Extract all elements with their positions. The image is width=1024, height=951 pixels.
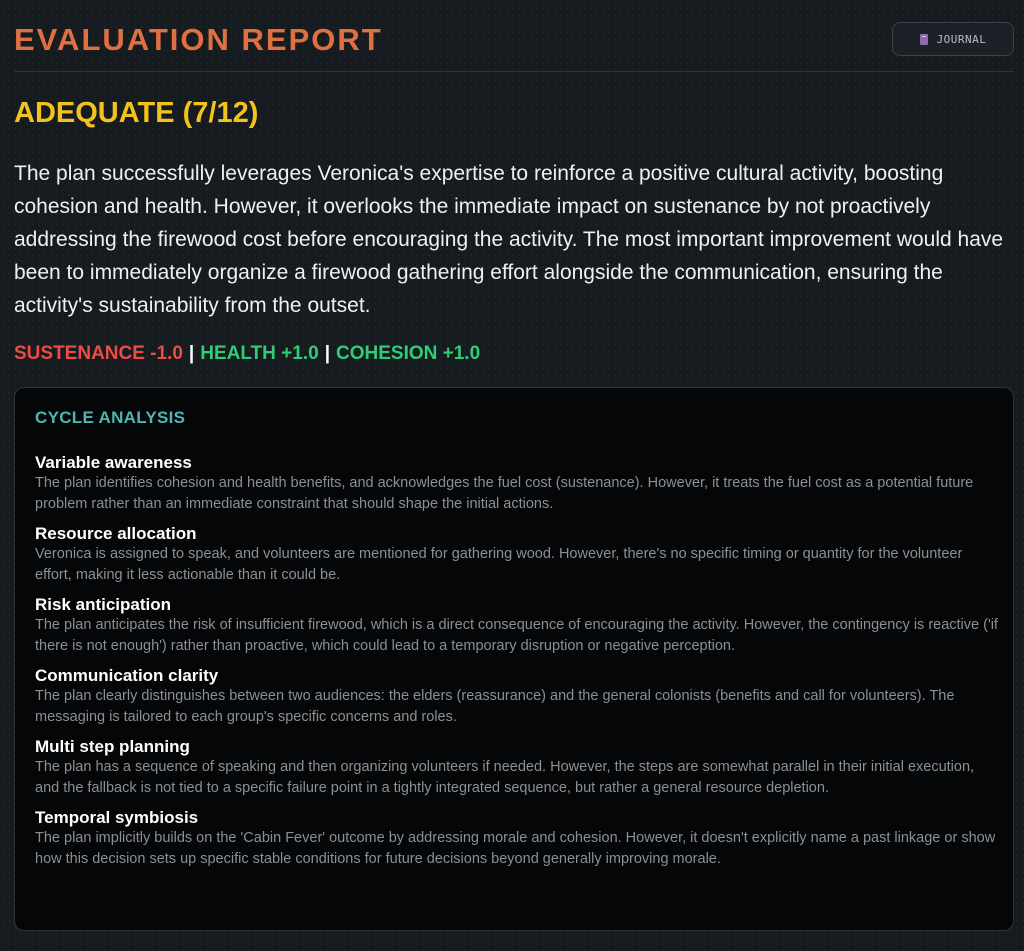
report-header: EVALUATION REPORT JOURNAL xyxy=(14,0,1014,72)
evaluation-summary: The plan successfully leverages Veronica… xyxy=(14,162,1004,317)
analysis-item-title: Variable awareness xyxy=(35,453,192,472)
analysis-item-text: The plan implicitly builds on the 'Cabin… xyxy=(35,830,996,867)
rating-heading: ADEQUATE (7/12) xyxy=(14,97,259,129)
analysis-item-title: Resource allocation xyxy=(35,524,197,543)
book-icon xyxy=(919,33,928,45)
analysis-item-text: The plan identifies cohesion and health … xyxy=(35,475,974,512)
analysis-item-title: Risk anticipation xyxy=(35,595,172,614)
analysis-item-text: The plan anticipates the risk of insuffi… xyxy=(35,617,998,654)
journal-button-label: JOURNAL xyxy=(936,32,987,46)
analysis-item-title: Communication clarity xyxy=(35,666,219,685)
analysis-item: Resource allocation Veronica is assigned… xyxy=(35,524,1000,586)
delta-cohesion: COHESION +1.0 xyxy=(336,343,481,364)
panel-title: CYCLE ANALYSIS xyxy=(35,408,186,427)
analysis-item-text: The plan has a sequence of speaking and … xyxy=(35,759,975,796)
analysis-item: Communication clarity The plan clearly d… xyxy=(35,666,1000,728)
delta-sustenance: SUSTENANCE -1.0 xyxy=(14,343,183,364)
page-title: EVALUATION REPORT xyxy=(14,22,383,57)
delta-separator: | xyxy=(188,343,195,364)
analysis-item-title: Multi step planning xyxy=(35,737,190,756)
analysis-list: Variable awareness The plan identifies c… xyxy=(35,453,1000,879)
analysis-item: Risk anticipation The plan anticipates t… xyxy=(35,595,1000,657)
analysis-item-text: Veronica is assigned to speak, and volun… xyxy=(35,546,963,583)
analysis-item: Variable awareness The plan identifies c… xyxy=(35,453,1000,515)
analysis-item: Temporal symbiosis The plan implicitly b… xyxy=(35,808,1000,870)
cycle-analysis-panel: CYCLE ANALYSIS Variable awareness The pl… xyxy=(14,387,1014,931)
analysis-item-title: Temporal symbiosis xyxy=(35,808,199,827)
stat-deltas: SUSTENANCE -1.0 | HEALTH +1.0 | COHESION… xyxy=(14,343,480,365)
analysis-item: Multi step planning The plan has a seque… xyxy=(35,737,1000,799)
journal-button[interactable]: JOURNAL xyxy=(892,22,1014,56)
delta-health: HEALTH +1.0 xyxy=(200,343,319,364)
analysis-item-text: The plan clearly distinguishes between t… xyxy=(35,688,955,725)
delta-separator: | xyxy=(324,343,331,364)
